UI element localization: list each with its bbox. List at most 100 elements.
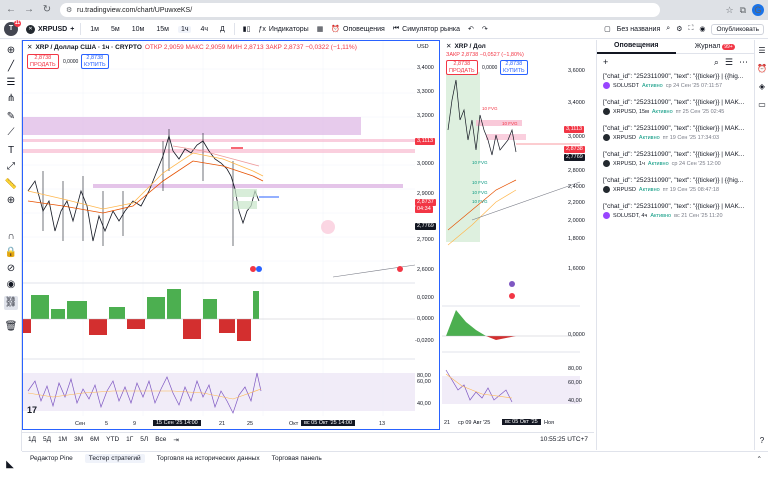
user-avatar[interactable]: T 11	[4, 20, 21, 36]
range-3m[interactable]: 3М	[74, 436, 83, 443]
tab-alerts[interactable]: Оповещения	[597, 40, 676, 54]
alert-item[interactable]: ["chat_id": "252311090", "text": "{{tick…	[597, 96, 754, 122]
trash-icon[interactable]: 🗑	[4, 320, 18, 334]
buy-button[interactable]: 2,8738 КУПИТЬ	[81, 54, 109, 69]
hline-icon[interactable]: ☰	[4, 76, 18, 90]
alert-item[interactable]: ["chat_id": "252311090", "text": "{{tick…	[597, 70, 754, 96]
fvg-box	[233, 189, 257, 197]
hide-icon[interactable]: ◉	[4, 278, 18, 292]
chart-title[interactable]: XRP / Доллар США · 1ч · CRYPTO	[35, 44, 141, 51]
price-tag-low: 2,7769	[564, 154, 585, 161]
watchlist-icon[interactable]: ☰	[757, 46, 767, 55]
alert-date: ср 24 Сен '25 07:11:57	[665, 82, 723, 89]
right-widget-bar: ☰ ⏰ ◈ ▭ ?	[754, 40, 768, 450]
more-icon[interactable]: ⋯	[739, 57, 748, 68]
pattern-icon[interactable]: ⟋	[4, 126, 18, 140]
publish-button[interactable]: Опубликовать	[711, 23, 764, 35]
divider	[233, 23, 235, 35]
tab-bar-replay-trading[interactable]: Торговля на исторических данных	[157, 455, 260, 462]
tf-1h[interactable]: 1ч	[177, 25, 192, 33]
tab-strategy-tester[interactable]: Тестер стратегий	[84, 454, 145, 463]
trendline-icon[interactable]: ╱	[4, 60, 18, 74]
tf-15m[interactable]: 15м	[153, 26, 172, 33]
tf-1m[interactable]: 1м	[87, 26, 102, 33]
main-chart-pane[interactable]: 17 ✕ XRP / Доллар США · 1ч · CRYPTO ОТКР…	[22, 40, 440, 430]
sidebar-tabs: Оповещения Журнал 99+	[597, 40, 754, 54]
brush-icon[interactable]: ✎	[4, 110, 18, 124]
forward-icon[interactable]: →	[22, 3, 36, 17]
buy-button[interactable]: 2,8738 КУПИТЬ	[500, 60, 528, 75]
tab-pine-editor[interactable]: Редактор Pine	[30, 455, 73, 462]
templates-icon[interactable]: ▦	[317, 25, 324, 33]
tab-trading-panel[interactable]: Торговая панель	[272, 455, 322, 462]
search-icon[interactable]: ⌕	[666, 25, 670, 33]
chat-icon[interactable]: ▭	[757, 100, 767, 109]
secondary-chart-pane[interactable]: ✕ XRP / Дол ЗАКР 2,8738 −0,0527 (−1,80%)…	[442, 40, 594, 430]
tf-5m[interactable]: 5м	[108, 26, 123, 33]
layers-icon[interactable]: ◈	[757, 82, 767, 91]
secondary-title[interactable]: XRP / Дол	[454, 43, 485, 50]
site-info-icon[interactable]: ⚙	[66, 6, 74, 14]
symbol-search[interactable]: ✕ XRPUSD +	[26, 24, 74, 34]
alarm-icon[interactable]: ⏰	[757, 64, 767, 73]
range-1d[interactable]: 1Д	[28, 436, 36, 443]
add-alert-icon[interactable]: +	[603, 57, 608, 67]
pitchfork-icon[interactable]: ⋔	[4, 92, 18, 106]
tf-1d[interactable]: Д	[217, 26, 228, 33]
chart-type-button[interactable]: ▮▯	[243, 25, 251, 33]
back-icon[interactable]: ←	[4, 3, 18, 17]
range-6m[interactable]: 6М	[90, 436, 99, 443]
alert-item[interactable]: ["chat_id": "252311090", "text": "{{tick…	[597, 200, 754, 226]
profile-avatar[interactable]: G	[752, 4, 764, 16]
alert-item[interactable]: ["chat_id": "252311090", "text": "{{tick…	[597, 122, 754, 148]
fullscreen-icon[interactable]: ⛶	[688, 25, 693, 33]
text-icon[interactable]: T	[4, 144, 18, 158]
projection-icon[interactable]: ⤢	[4, 160, 18, 174]
replay-label: Симулятор рынка	[402, 25, 461, 33]
tab-journal[interactable]: Журнал 99+	[676, 43, 755, 50]
replay-button[interactable]: ⏮ Симулятор рынка	[393, 25, 460, 33]
alerts-button[interactable]: ⏰ Оповещения	[331, 25, 385, 34]
price-tag-top: 3,1113	[564, 126, 585, 133]
range-all[interactable]: Все	[155, 436, 166, 443]
camera-icon[interactable]: ◉	[699, 25, 705, 33]
ruler-icon[interactable]: 📏	[4, 178, 18, 192]
sort-icon[interactable]: ☰	[725, 57, 733, 68]
tf-4h[interactable]: 4ч	[197, 26, 211, 33]
alert-item[interactable]: ["chat_id": "252311090", "text": "{{tick…	[597, 148, 754, 174]
help-icon[interactable]: ?	[757, 436, 767, 445]
price-level: 2,7000	[417, 237, 434, 243]
goto-date-icon[interactable]: ⇥	[173, 436, 178, 444]
address-bar[interactable]: ⚙ ru.tradingview.com/chart/UPuwxeKS/	[60, 3, 660, 17]
cursor-icon[interactable]: ⊕	[4, 44, 18, 58]
lock-icon[interactable]: 🔒	[4, 246, 18, 260]
settings-icon[interactable]: ⚙	[676, 25, 682, 33]
redo-icon[interactable]: ↷	[482, 25, 488, 33]
collapse-panel-icon[interactable]: ⌃	[757, 455, 762, 463]
alert-item[interactable]: ["chat_id": "252311090", "text": "{{tick…	[597, 174, 754, 200]
sell-button[interactable]: 2,8738 ПРОДАТЬ	[446, 60, 478, 75]
layout-name[interactable]: Без названия	[617, 26, 660, 33]
undo-icon[interactable]: ↶	[468, 25, 474, 33]
magnet-icon[interactable]: ∩	[4, 230, 18, 244]
zoom-icon[interactable]: ⊕	[4, 194, 18, 208]
add-symbol-icon[interactable]: +	[70, 26, 74, 33]
range-5y[interactable]: 5Л	[140, 436, 148, 443]
lock-drawings-icon[interactable]: ⊘	[4, 262, 18, 276]
range-ytd[interactable]: YTD	[106, 436, 119, 443]
sell-button[interactable]: 2,8738 ПРОДАТЬ	[27, 54, 59, 69]
range-5d[interactable]: 5Д	[43, 436, 51, 443]
star-icon[interactable]: ☆	[725, 5, 733, 16]
currency-label[interactable]: USD	[417, 44, 429, 50]
extensions-icon[interactable]: ⧉	[740, 5, 746, 16]
tf-10m[interactable]: 10м	[129, 26, 148, 33]
range-1m[interactable]: 1М	[58, 436, 67, 443]
clock[interactable]: 10:55:25 UTC+7	[540, 436, 588, 443]
indicators-button[interactable]: ƒx Индикаторы	[259, 26, 309, 33]
zone-band	[23, 149, 415, 153]
search-icon[interactable]: ⌕	[714, 57, 719, 68]
range-1y[interactable]: 1Г	[126, 436, 133, 443]
link-icon[interactable]: ⛓	[4, 296, 18, 310]
reload-icon[interactable]: ↻	[40, 3, 54, 17]
layout-icon[interactable]: ▢	[604, 25, 611, 33]
